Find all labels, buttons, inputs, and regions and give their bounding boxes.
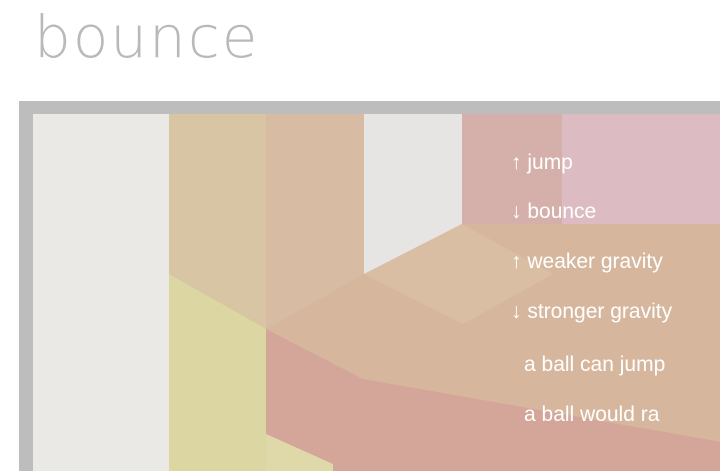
app-title: bounce: [34, 3, 260, 71]
control-weaker-gravity: ↑ weaker gravity: [511, 251, 663, 272]
down-arrow-icon: ↓: [511, 200, 522, 223]
control-jump: ↑ jump: [511, 152, 573, 173]
game-page: bounce ↑ jump ↓ bounce ↑ weaker gravity …: [0, 0, 720, 471]
down-arrow-icon: ↓: [511, 300, 522, 323]
note-ra: a ball would ra: [524, 403, 660, 426]
control-label: weaker gravity: [527, 250, 663, 273]
control-bounce: ↓ bounce: [511, 201, 596, 222]
white-column-left: [33, 114, 169, 471]
control-label: stronger gravity: [527, 300, 673, 323]
control-label: jump: [527, 151, 573, 174]
control-stronger-gravity: ↓ stronger gravity: [511, 301, 672, 322]
up-arrow-icon: ↑: [511, 250, 522, 273]
up-arrow-icon: ↑: [511, 151, 522, 174]
game-canvas[interactable]: ↑ jump ↓ bounce ↑ weaker gravity ↓ stron…: [33, 114, 720, 471]
control-label: bounce: [527, 200, 597, 223]
note-jump: a ball can jump: [524, 353, 666, 376]
